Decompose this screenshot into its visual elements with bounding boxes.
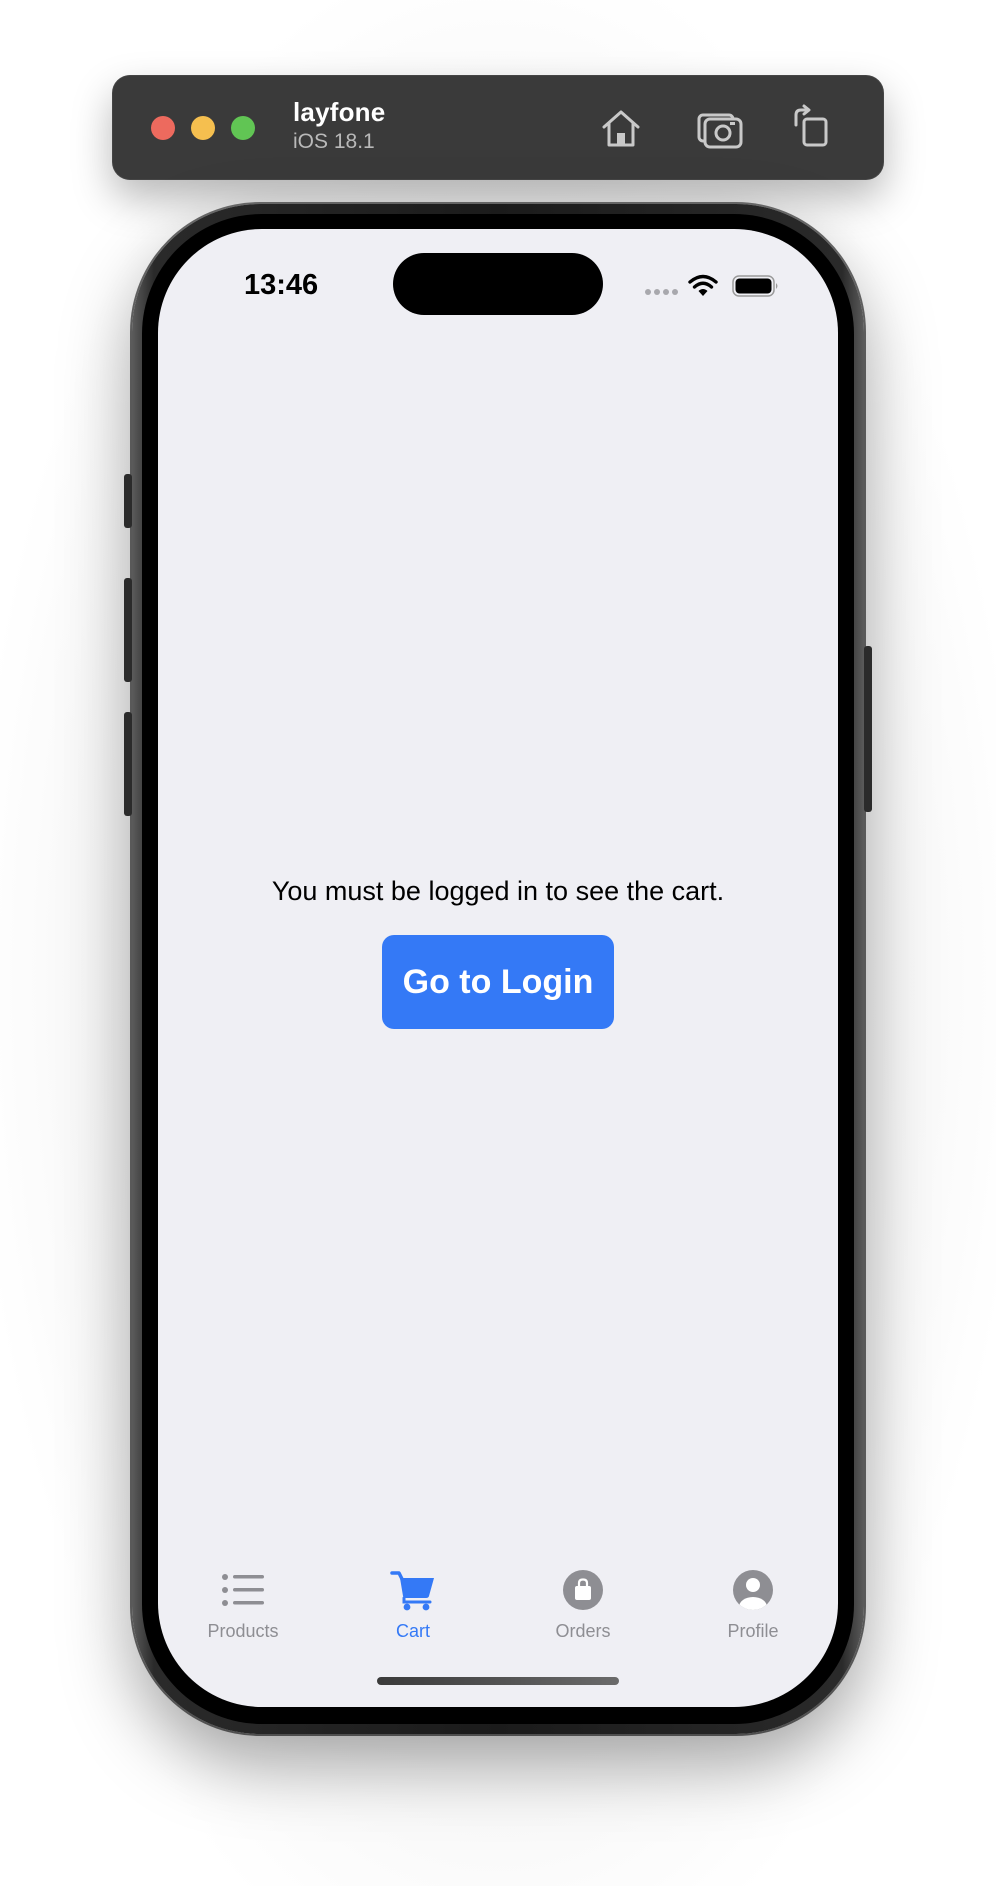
- screenshot-button[interactable]: [695, 103, 745, 153]
- home-button[interactable]: [596, 103, 646, 153]
- volume-down-button: [124, 712, 132, 816]
- device-name: layfone: [293, 97, 386, 127]
- close-window-button[interactable]: [151, 116, 175, 140]
- tab-orders[interactable]: Orders: [513, 1569, 653, 1649]
- tab-cart[interactable]: Cart: [343, 1569, 483, 1649]
- rotate-icon: [794, 104, 828, 147]
- home-icon: [602, 110, 640, 147]
- rotate-button[interactable]: [788, 103, 838, 153]
- tab-label: Orders: [555, 1621, 611, 1641]
- login-required-message: You must be logged in to see the cart.: [271, 876, 725, 906]
- bag-icon: [563, 1570, 603, 1610]
- go-to-login-button[interactable]: Go to Login: [382, 935, 614, 1029]
- phone-screen: 13:46 You must be logged in to see the c…: [158, 229, 838, 1707]
- home-indicator[interactable]: [377, 1677, 619, 1685]
- tab-label: Cart: [395, 1621, 430, 1641]
- cart-icon: [390, 1571, 434, 1611]
- status-time: 13:46: [244, 269, 319, 301]
- simulator-toolbar: [112, 75, 884, 180]
- zoom-window-button[interactable]: [231, 116, 255, 140]
- tab-label: Profile: [727, 1621, 779, 1641]
- power-button: [864, 646, 872, 812]
- tab-products[interactable]: Products: [173, 1569, 313, 1649]
- dynamic-island: [393, 253, 603, 315]
- action-button: [124, 474, 132, 528]
- os-version: iOS 18.1: [293, 130, 375, 153]
- cellular-dots-icon: [645, 289, 679, 295]
- volume-up-button: [124, 578, 132, 682]
- tab-label: Products: [207, 1621, 279, 1641]
- tab-profile[interactable]: Profile: [683, 1569, 823, 1649]
- list-icon: [222, 1574, 264, 1606]
- screenshot-icon: [697, 113, 743, 149]
- person-circle-icon: [733, 1570, 773, 1610]
- simulator-stage: layfone iOS 18.1 13:46 You must be logge…: [0, 0, 996, 1886]
- minimize-window-button[interactable]: [191, 116, 215, 140]
- battery-icon: [732, 275, 778, 297]
- wifi-icon: [688, 274, 718, 296]
